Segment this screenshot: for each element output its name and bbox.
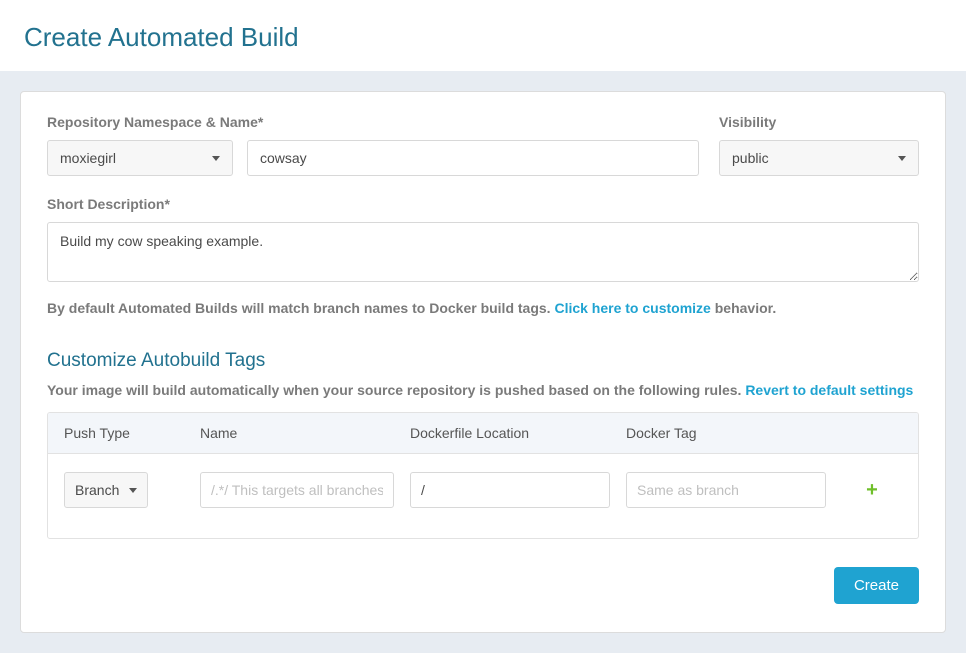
col-name: Name — [200, 425, 394, 441]
default-help-suffix: behavior. — [711, 300, 776, 316]
push-type-select[interactable]: Branch — [64, 472, 148, 508]
default-help-line: By default Automated Builds will match b… — [47, 300, 919, 316]
chevron-down-icon — [129, 488, 137, 493]
create-button[interactable]: Create — [834, 567, 919, 604]
push-type-selected-text: Branch — [75, 482, 119, 498]
visibility-label: Visibility — [719, 114, 919, 130]
chevron-down-icon — [898, 156, 906, 161]
col-tag: Docker Tag — [626, 425, 826, 441]
namespace-select[interactable]: moxiegirl — [47, 140, 233, 176]
rule-name-input[interactable] — [200, 472, 394, 508]
namespace-selected-text: moxiegirl — [60, 150, 116, 166]
customize-intro-prefix: Your image will build automatically when… — [47, 382, 745, 398]
rules-table-header: Push Type Name Dockerfile Location Docke… — [48, 413, 918, 454]
content-band: Repository Namespace & Name* moxiegirl V… — [0, 71, 966, 653]
customize-intro: Your image will build automatically when… — [47, 382, 919, 398]
visibility-selected-text: public — [732, 150, 769, 166]
repo-label: Repository Namespace & Name* — [47, 114, 699, 130]
chevron-down-icon — [212, 156, 220, 161]
short-desc-label: Short Description* — [47, 196, 919, 212]
customize-heading: Customize Autobuild Tags — [47, 350, 919, 372]
form-panel: Repository Namespace & Name* moxiegirl V… — [20, 91, 946, 633]
dockerfile-location-input[interactable] — [410, 472, 610, 508]
rules-table: Push Type Name Dockerfile Location Docke… — [47, 412, 919, 539]
default-help-prefix: By default Automated Builds will match b… — [47, 300, 554, 316]
table-row: Branch + — [48, 472, 918, 508]
customize-link[interactable]: Click here to customize — [554, 300, 710, 316]
repo-name-input[interactable] — [247, 140, 699, 176]
page-title: Create Automated Build — [0, 0, 966, 71]
docker-tag-input[interactable] — [626, 472, 826, 508]
col-dockerfile: Dockerfile Location — [410, 425, 610, 441]
short-desc-input[interactable] — [47, 222, 919, 282]
col-push-type: Push Type — [64, 425, 184, 441]
revert-link[interactable]: Revert to default settings — [745, 382, 913, 398]
plus-icon: + — [866, 479, 878, 501]
add-rule-button[interactable]: + — [842, 479, 902, 502]
visibility-select[interactable]: public — [719, 140, 919, 176]
